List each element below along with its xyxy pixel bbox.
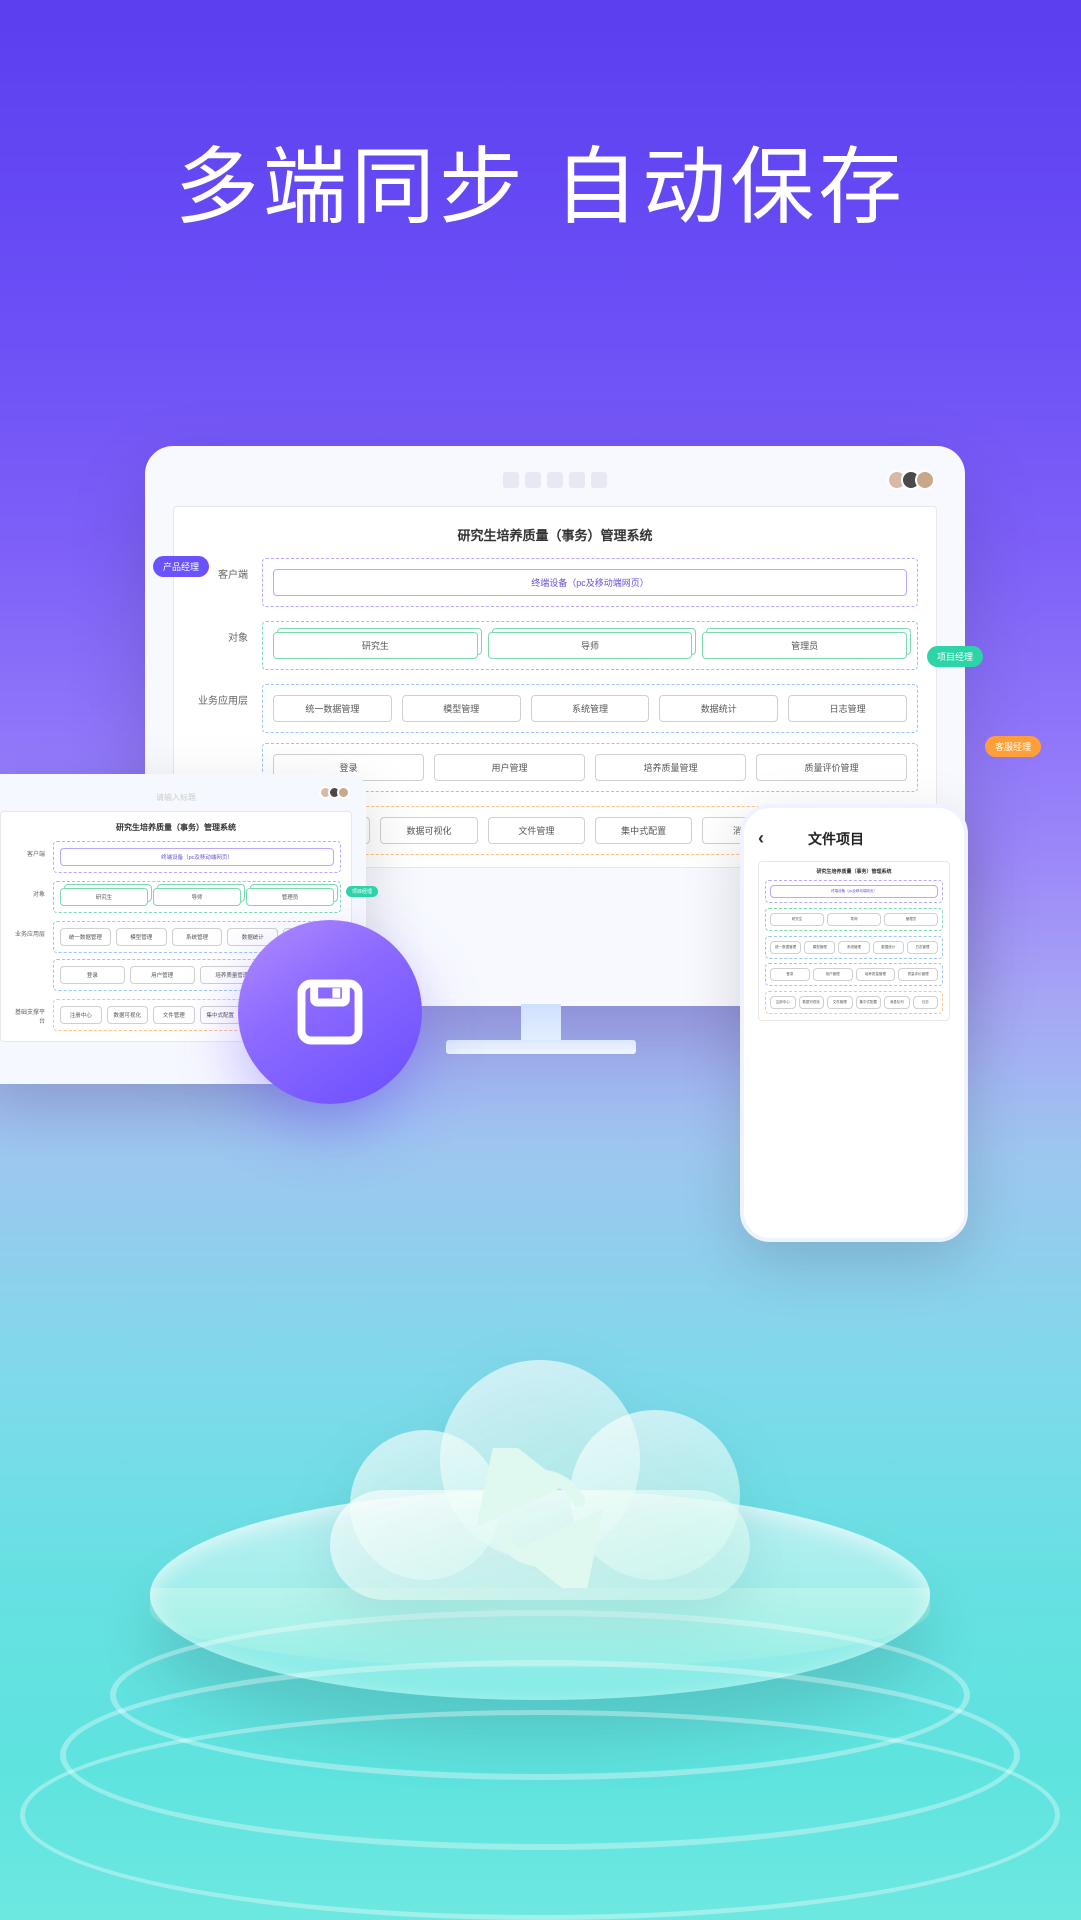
architecture-diagram-mobile: 研究生培养质量（事务）管理系统 终端设备（pc及移动端网页） 研究生 导师 管理… xyxy=(758,861,950,1021)
app-box: 模型管理 xyxy=(116,928,167,946)
support-box: 文件管理 xyxy=(153,1006,195,1024)
support-box: 集中式配置 xyxy=(595,817,692,844)
support-box: 消息队列 xyxy=(884,996,910,1009)
support-box: 注册中心 xyxy=(770,996,796,1009)
app-box: 登录 xyxy=(770,968,810,981)
object-box: 研究生 xyxy=(273,632,478,659)
diagram-title: 研究生培养质量（事务）管理系统 xyxy=(11,822,341,833)
app-box: 统一数据管理 xyxy=(273,695,392,722)
role-tag-support-manager: 客服经理 xyxy=(985,736,1041,757)
diagram-title: 研究生培养质量（事务）管理系统 xyxy=(765,868,943,875)
app-box: 统一数据管理 xyxy=(60,928,111,946)
row-label-app: 业务应用层 xyxy=(192,684,248,707)
object-box: 导师 xyxy=(153,888,241,906)
tab-placeholder xyxy=(525,472,541,488)
avatar xyxy=(915,470,935,490)
role-tag-project-manager: 项目经理 xyxy=(346,886,378,897)
role-tag-project-manager: 项目经理 xyxy=(927,646,983,667)
object-box: 导师 xyxy=(488,632,693,659)
support-box: 集中式配置 xyxy=(856,996,882,1009)
support-box: 文件管理 xyxy=(488,817,585,844)
phone-title: 文件项目 xyxy=(808,829,864,849)
app-box: 质量评价管理 xyxy=(898,968,938,981)
object-box: 导师 xyxy=(827,913,881,926)
row-label-support: 基础支撑平台 xyxy=(11,999,45,1025)
avatar-group xyxy=(323,786,350,799)
app-box: 系统管理 xyxy=(172,928,223,946)
tab-placeholder xyxy=(503,472,519,488)
app-box: 日志管理 xyxy=(788,695,907,722)
row-label-app: 业务应用层 xyxy=(11,921,45,938)
phone-frame: ‹ 文件项目 研究生培养质量（事务）管理系统 终端设备（pc及移动端网页） 研究… xyxy=(740,804,968,1242)
sync-arrows-icon xyxy=(455,1448,625,1588)
support-box: 数据可视化 xyxy=(799,996,825,1009)
app-box: 日志管理 xyxy=(907,941,938,954)
app-box: 培养质量管理 xyxy=(595,754,746,781)
client-box: 终端设备（pc及移动端网页） xyxy=(770,885,938,898)
client-box: 终端设备（pc及移动端网页） xyxy=(60,848,334,866)
object-box: 研究生 xyxy=(770,913,824,926)
ripple-ring xyxy=(20,1710,1060,1920)
object-box: 研究生 xyxy=(60,888,148,906)
app-box: 系统管理 xyxy=(838,941,869,954)
support-box: 集中式配置 xyxy=(200,1006,242,1024)
support-box: 数据可视化 xyxy=(380,817,477,844)
diagram-title: 研究生培养质量（事务）管理系统 xyxy=(192,525,918,544)
tab-placeholder xyxy=(591,472,607,488)
app-box: 模型管理 xyxy=(402,695,521,722)
back-icon[interactable]: ‹ xyxy=(758,828,764,849)
headline: 多端同步 自动保存 xyxy=(0,0,1081,241)
object-box: 管理员 xyxy=(884,913,938,926)
avatar-group xyxy=(893,470,935,490)
row-label-object: 对象 xyxy=(11,881,45,898)
app-box: 质量评价管理 xyxy=(756,754,907,781)
tablet-title-placeholder: 请输入标题 xyxy=(0,792,352,803)
monitor-neck xyxy=(521,1004,561,1044)
app-box: 数据统计 xyxy=(873,941,904,954)
save-icon xyxy=(292,974,368,1050)
app-box: 统一数据管理 xyxy=(770,941,801,954)
row-label-client: 客户端 xyxy=(11,841,45,858)
app-box: 用户管理 xyxy=(130,966,195,984)
monitor-tabs xyxy=(173,472,937,488)
app-box: 用户管理 xyxy=(813,968,853,981)
save-badge xyxy=(238,920,422,1104)
row-label-object: 对象 xyxy=(192,621,248,644)
object-box: 管理员 xyxy=(246,888,334,906)
cloud-sync-icon xyxy=(310,1360,770,1620)
app-box: 数据统计 xyxy=(659,695,778,722)
tab-placeholder xyxy=(569,472,585,488)
object-box: 管理员 xyxy=(702,632,907,659)
app-box: 培养质量管理 xyxy=(856,968,896,981)
cloud-platform xyxy=(50,1330,1030,1750)
role-tag-product-manager: 产品经理 xyxy=(153,556,209,577)
app-box: 系统管理 xyxy=(531,695,650,722)
app-box: 模型管理 xyxy=(804,941,835,954)
support-box: 注册中心 xyxy=(60,1006,102,1024)
avatar xyxy=(337,786,350,799)
monitor-base xyxy=(446,1040,636,1054)
app-box: 用户管理 xyxy=(434,754,585,781)
app-box: 登录 xyxy=(60,966,125,984)
client-box: 终端设备（pc及移动端网页） xyxy=(273,569,907,596)
support-box: 数据可视化 xyxy=(107,1006,149,1024)
support-box: 文件管理 xyxy=(827,996,853,1009)
support-box: 日志 xyxy=(913,996,939,1009)
tab-placeholder xyxy=(547,472,563,488)
